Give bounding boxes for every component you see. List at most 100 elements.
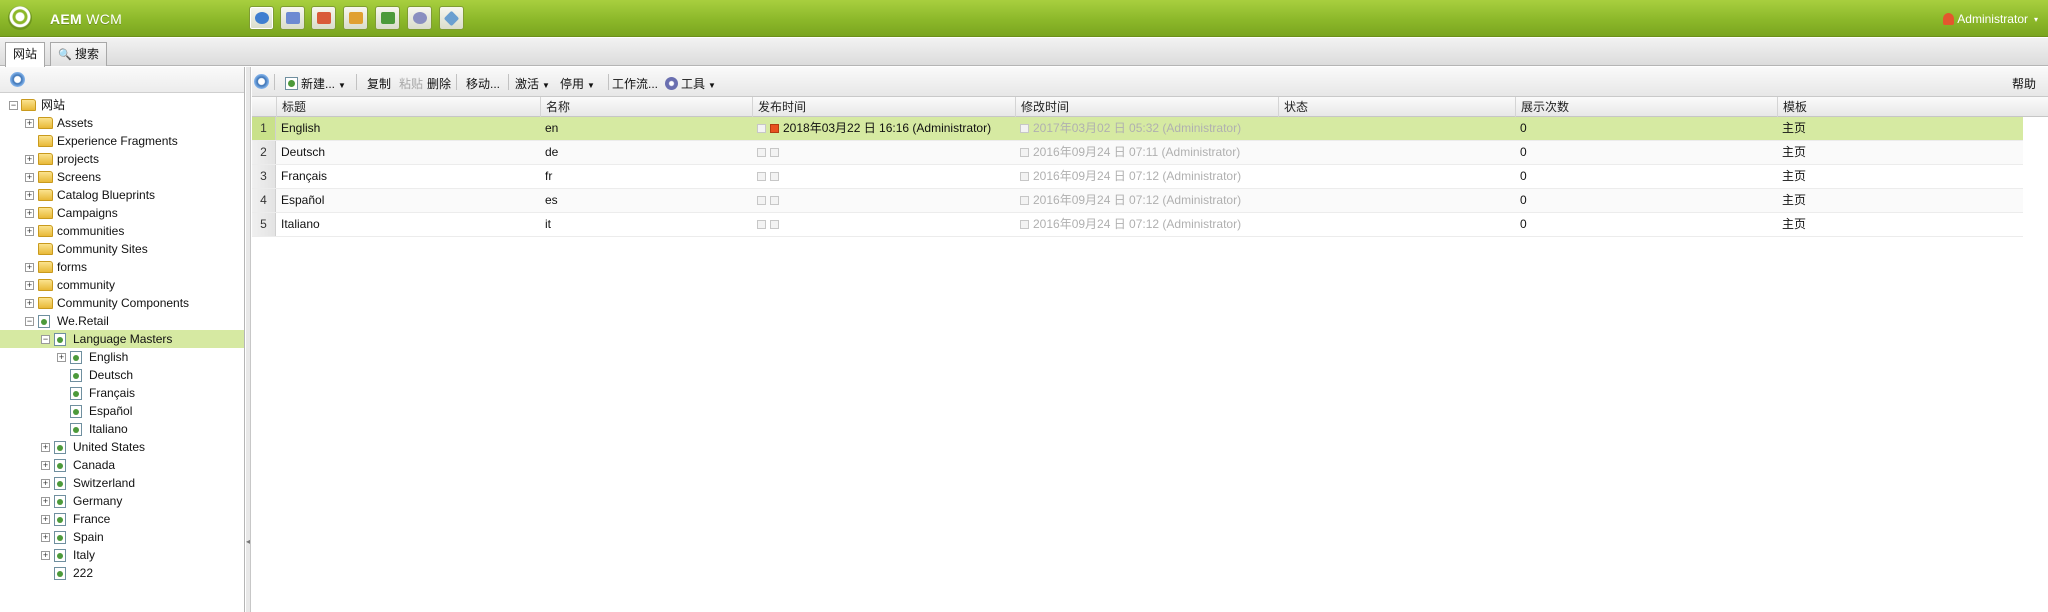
campaigns-console-icon[interactable] (311, 6, 336, 30)
tree-node-italy[interactable]: + Italy (0, 546, 244, 564)
user-menu[interactable]: Administrator ▾ (1943, 12, 2038, 26)
expand-toggle-icon[interactable]: + (25, 299, 34, 308)
collapse-toggle-icon[interactable]: − (25, 317, 34, 326)
collapse-toggle-icon[interactable]: − (41, 335, 50, 344)
move-button[interactable]: 移动... (466, 75, 500, 92)
inbox-console-icon[interactable] (343, 6, 368, 30)
cell-title: Français (281, 169, 328, 183)
websites-console-icon[interactable] (249, 6, 274, 30)
tab-websites[interactable]: 网站 (5, 42, 46, 67)
expand-toggle-icon[interactable]: + (41, 443, 50, 452)
site-tree-panel: − 网站 + Assets Experience Fragments + proje… (0, 67, 245, 612)
expand-toggle-icon[interactable]: + (25, 155, 34, 164)
tree-node-community[interactable]: + community (0, 276, 244, 294)
table-row[interactable]: 4 Español es 2016年09月24 日 07:12 (Adminis… (252, 189, 2023, 213)
paste-button[interactable]: 粘贴 (399, 75, 423, 92)
expand-toggle-icon[interactable]: + (41, 551, 50, 560)
workflow-button[interactable]: 工作流... (612, 75, 658, 92)
tree-node-root[interactable]: − 网站 (0, 96, 244, 114)
cell-template: 主页 (1782, 217, 1807, 231)
expand-toggle-icon[interactable]: + (41, 461, 50, 470)
tree-node-we-retail[interactable]: − We.Retail (0, 312, 244, 330)
tree-node-community-sites[interactable]: Community Sites (0, 240, 244, 258)
panel-splitter[interactable]: ◂ (246, 67, 251, 612)
cell-name: es (545, 193, 558, 207)
tree-node-experience-fragments[interactable]: Experience Fragments (0, 132, 244, 150)
column-header-name[interactable]: 名称 (540, 97, 752, 117)
cell-published (752, 141, 1015, 164)
expand-toggle-icon[interactable]: + (25, 281, 34, 290)
expand-toggle-icon[interactable]: + (25, 191, 34, 200)
tree-node-switzerland[interactable]: + Switzerland (0, 474, 244, 492)
deactivate-button[interactable]: 停用 ▼ (560, 75, 595, 92)
modified-text: 2016年09月24 日 07:12 (Administrator) (1033, 193, 1242, 207)
new-button[interactable]: 新建... ▼ (285, 75, 346, 92)
expand-toggle-icon[interactable]: + (25, 263, 34, 272)
table-row[interactable]: 3 Français fr 2016年09月24 日 07:12 (Admini… (252, 165, 2023, 189)
column-header-published[interactable]: 发布时间 (752, 97, 1015, 117)
tree-node-germany[interactable]: + Germany (0, 492, 244, 510)
tree-node-united-states[interactable]: + United States (0, 438, 244, 456)
help-button[interactable]: 帮助 (2012, 75, 2036, 92)
tree-node-spain[interactable]: + Spain (0, 528, 244, 546)
refresh-icon[interactable] (10, 72, 25, 87)
column-header-modified[interactable]: 修改时间 (1015, 97, 1278, 117)
tree-node-france[interactable]: + France (0, 510, 244, 528)
app-title-bold: AEM (50, 11, 83, 27)
tree-node-assets[interactable]: + Assets (0, 114, 244, 132)
expand-toggle-icon[interactable]: + (25, 209, 34, 218)
tagging-console-icon[interactable] (439, 6, 464, 30)
table-row[interactable]: 5 Italiano it 2016年09月24 日 07:12 (Admini… (252, 213, 2023, 237)
aem-logo-icon[interactable] (8, 6, 32, 30)
tree-label: Italy (73, 548, 96, 562)
expand-toggle-icon[interactable]: + (41, 533, 50, 542)
tools-console-icon[interactable] (407, 6, 432, 30)
expand-toggle-icon[interactable]: + (57, 353, 66, 362)
folder-icon (38, 189, 53, 201)
users-console-icon[interactable] (375, 6, 400, 30)
tree-node-projects[interactable]: + projects (0, 150, 244, 168)
tree-label: Spain (73, 530, 104, 544)
tree-node-campaigns[interactable]: + Campaigns (0, 204, 244, 222)
tree-node-language-masters[interactable]: − Language Masters (0, 330, 244, 348)
digital-assets-console-icon[interactable] (280, 6, 305, 30)
table-row[interactable]: 1 English en 2018年03月22 日 16:16 (Adminis… (252, 117, 2023, 141)
delete-button[interactable]: 删除 (427, 75, 451, 92)
copy-button[interactable]: 复制 (367, 75, 391, 92)
tree-node-english[interactable]: + English (0, 348, 244, 366)
tree-node-community-components[interactable]: + Community Components (0, 294, 244, 312)
activate-button[interactable]: 激活 ▼ (515, 75, 550, 92)
tree-node-deutsch[interactable]: Deutsch (0, 366, 244, 384)
tree-node-forms[interactable]: + forms (0, 258, 244, 276)
app-title-rest: WCM (82, 11, 123, 27)
collapse-arrow-icon[interactable]: ◂ (246, 537, 250, 546)
tab-search[interactable]: 🔍 搜索 (50, 42, 108, 66)
expand-toggle-icon[interactable]: + (41, 479, 50, 488)
column-header-status[interactable]: 状态 (1278, 97, 1515, 117)
tree-node-screens[interactable]: + Screens (0, 168, 244, 186)
column-header-impressions[interactable]: 展示次数 (1515, 97, 1777, 117)
expand-toggle-icon[interactable]: + (25, 227, 34, 236)
tree-node-222[interactable]: 222 (0, 564, 244, 582)
table-row[interactable]: 2 Deutsch de 2016年09月24 日 07:11 (Adminis… (252, 141, 2023, 165)
column-header-template[interactable]: 模板 (1777, 97, 2023, 117)
expand-toggle-icon[interactable]: + (25, 173, 34, 182)
tree-node-catalog-blueprints[interactable]: + Catalog Blueprints (0, 186, 244, 204)
refresh-icon[interactable] (254, 74, 269, 89)
tree-node-canada[interactable]: + Canada (0, 456, 244, 474)
expand-toggle-icon[interactable]: + (41, 515, 50, 524)
tree-node-italiano[interactable]: Italiano (0, 420, 244, 438)
cell-modified: 2017年03月02 日 05:32 (Administrator) (1015, 117, 1278, 140)
tree-label: Assets (57, 116, 94, 130)
tools-button[interactable]: 工具 ▼ (665, 75, 716, 92)
expand-toggle-icon[interactable]: + (25, 119, 34, 128)
page-icon (70, 387, 82, 400)
help-button-label: 帮助 (2012, 77, 2037, 91)
tree-node-francais[interactable]: Français (0, 384, 244, 402)
collapse-toggle-icon[interactable]: − (9, 101, 18, 110)
column-header-title[interactable]: 标题 (276, 97, 488, 117)
tree-node-communities[interactable]: + communities (0, 222, 244, 240)
tree-node-espanol[interactable]: Español (0, 402, 244, 420)
expand-toggle-icon[interactable]: + (41, 497, 50, 506)
site-tree: − 网站 + Assets Experience Fragments + proje… (0, 93, 244, 582)
